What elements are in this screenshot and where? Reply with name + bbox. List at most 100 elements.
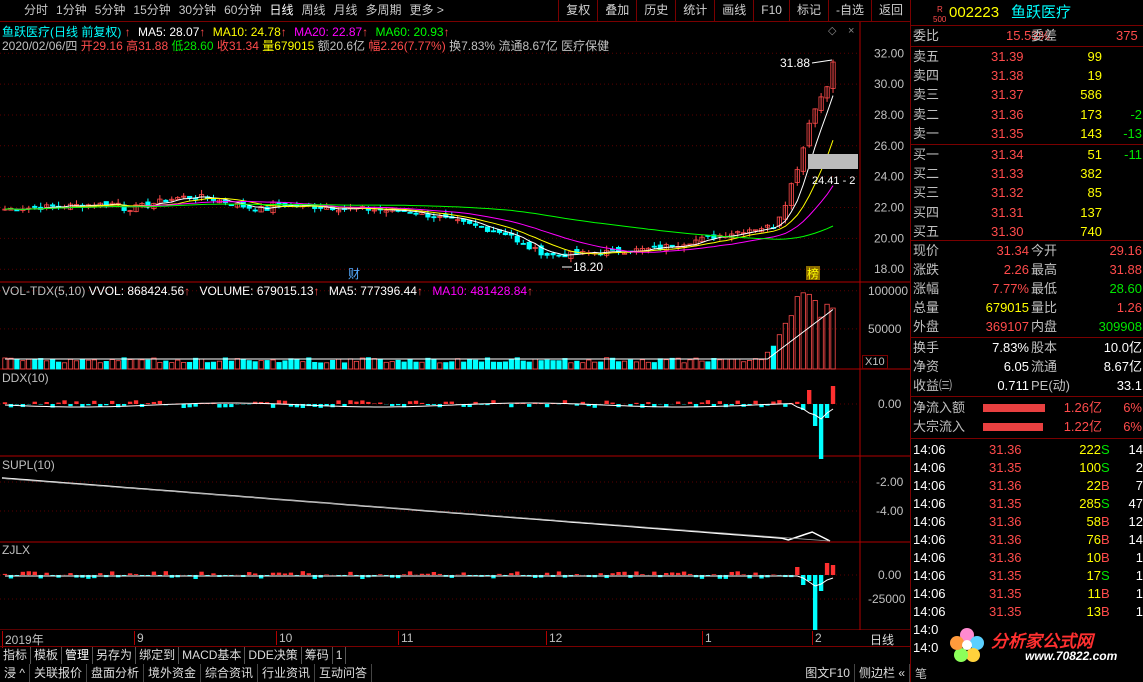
zjlx-bar bbox=[2, 573, 8, 575]
quote-value: 1.26 bbox=[1116, 300, 1142, 315]
candle-body bbox=[490, 230, 497, 233]
ddx-bar bbox=[509, 404, 514, 408]
indicator-tab[interactable]: 模板 bbox=[31, 647, 63, 664]
indicator-tab[interactable]: 指标 bbox=[0, 647, 32, 664]
ddx-bar bbox=[687, 401, 693, 404]
indicator-tab[interactable]: 管理 bbox=[62, 647, 94, 664]
zjlx-bar bbox=[92, 575, 97, 579]
volume-bar bbox=[306, 357, 312, 370]
kline-chart[interactable]: 32.00 30.00 28.00 26.00 24.00 22.00 20.00 18.00… bbox=[0, 22, 910, 630]
volume-bar bbox=[270, 359, 276, 370]
tick-count: 1 bbox=[1135, 568, 1143, 583]
ddx-bar bbox=[276, 400, 282, 404]
volume-bar bbox=[383, 361, 389, 370]
tool-button[interactable]: 统计 bbox=[675, 0, 714, 21]
fundamental-value: 8.67亿 bbox=[1103, 359, 1142, 374]
tool-button[interactable]: F10 bbox=[753, 0, 789, 21]
info-low: 低28.60 bbox=[171, 39, 214, 53]
tick-side: B bbox=[1101, 586, 1110, 601]
book-price: 31.30 bbox=[991, 223, 1024, 239]
tool-button[interactable]: 历史 bbox=[636, 0, 675, 21]
quote-value: 28.60 bbox=[1109, 281, 1142, 296]
volume-bar bbox=[181, 362, 187, 370]
period-tab[interactable]: 日线 bbox=[265, 0, 297, 21]
book-change: -2 bbox=[1130, 106, 1142, 122]
stock-code: 002223 bbox=[949, 4, 1000, 21]
indicator-tab[interactable]: 筹码 bbox=[302, 647, 333, 664]
zjlx-bar bbox=[616, 572, 621, 575]
volume-bar bbox=[484, 357, 491, 370]
status-right-button[interactable]: 侧边栏 « bbox=[855, 664, 910, 682]
period-tab[interactable]: 15分钟 bbox=[129, 0, 174, 21]
zjlx-bar bbox=[282, 573, 288, 575]
x-axis-label: 11 bbox=[398, 631, 413, 645]
watermark-logo: 分析家公式网 www.70822.com bbox=[947, 625, 1142, 665]
volume-bar bbox=[574, 360, 580, 370]
status-tab[interactable]: 综合资讯 bbox=[201, 664, 259, 682]
indicator-tab[interactable]: MACD基本 bbox=[179, 647, 246, 664]
tool-button[interactable]: 复权 bbox=[558, 0, 597, 21]
volume-bar bbox=[711, 358, 717, 370]
ddx-bar bbox=[419, 402, 425, 404]
tool-button[interactable]: 返回 bbox=[870, 0, 910, 21]
volume-bar bbox=[812, 300, 818, 370]
tick-row: 14:06 31.35 13 B 1 bbox=[913, 603, 1143, 621]
zjlx-bar bbox=[574, 574, 580, 575]
tool-button[interactable]: 标记 bbox=[788, 0, 828, 21]
status-tab[interactable]: 盘面分析 bbox=[87, 664, 144, 682]
x-axis: 2019年 9 10 11 12 1 2 日线 bbox=[0, 630, 910, 648]
info-sector: 医疗保健 bbox=[561, 39, 610, 53]
candle-body bbox=[651, 245, 657, 248]
period-tab[interactable]: 5分钟 bbox=[91, 0, 130, 21]
period-tab[interactable]: 30分钟 bbox=[175, 0, 220, 21]
zjlx-title: ZJLX bbox=[2, 543, 31, 557]
indicator-tab[interactable]: 绑定到 bbox=[136, 647, 180, 664]
status-tab[interactable]: 浸 ^ bbox=[0, 664, 30, 682]
tool-button[interactable]: 画线 bbox=[714, 0, 753, 21]
status-tab[interactable]: 行业资讯 bbox=[258, 664, 316, 682]
indicator-tabs: 指标 模板 管理 另存为 绑定到 MACD基本 DDE决策 筹码 1 bbox=[0, 646, 910, 664]
indicator-tab[interactable]: DDE决策 bbox=[245, 647, 302, 664]
tool-button[interactable]: -自选 bbox=[827, 0, 871, 21]
book-volume: 19 bbox=[1087, 68, 1102, 84]
quote-value: 2.26 bbox=[1003, 262, 1029, 277]
tick-time: 14:06 bbox=[913, 586, 946, 601]
volume-bar bbox=[425, 357, 431, 370]
zjlx-bar bbox=[735, 571, 740, 575]
quote-panel: R 500 002223 鱼跃医疗 委比 15.53% 委差 375 卖五 31.… bbox=[910, 0, 1143, 682]
volume-bar bbox=[288, 358, 294, 370]
volume-bar bbox=[222, 357, 228, 370]
ddx-bar bbox=[133, 400, 139, 404]
candle-body bbox=[163, 199, 169, 203]
period-tab[interactable]: 月线 bbox=[330, 0, 362, 21]
zjlx-bar bbox=[681, 571, 687, 575]
period-tab[interactable]: 60分钟 bbox=[220, 0, 265, 21]
quote-value: 29.16 bbox=[1109, 243, 1142, 258]
status-tab[interactable]: 关联报价 bbox=[30, 664, 87, 682]
book-volume: 85 bbox=[1087, 185, 1102, 201]
period-tab[interactable]: 分时 bbox=[20, 0, 52, 21]
period-tab[interactable]: 1分钟 bbox=[52, 0, 91, 21]
volume-bar bbox=[44, 360, 50, 370]
tool-button[interactable]: 叠加 bbox=[597, 0, 636, 21]
tick-time: 14:0 bbox=[913, 640, 939, 655]
zjlx-bar bbox=[675, 572, 681, 575]
volume-bar bbox=[115, 360, 121, 370]
status-right-button[interactable]: 图文F10 bbox=[801, 664, 855, 682]
ddx-bar bbox=[86, 404, 91, 406]
info-high: 高31.88 bbox=[126, 39, 169, 53]
volume-bar bbox=[490, 361, 497, 370]
ddx-bar bbox=[717, 401, 723, 404]
zjlx-bar bbox=[288, 572, 294, 575]
zjlx-bar bbox=[610, 573, 615, 575]
period-tab[interactable]: 更多 > bbox=[406, 0, 448, 21]
status-tab[interactable]: 互动问答 bbox=[315, 664, 373, 682]
indicator-tab[interactable]: 1 bbox=[333, 647, 347, 664]
zjlx-bar bbox=[830, 565, 836, 575]
status-tab[interactable]: 境外资金 bbox=[144, 664, 202, 682]
bar-info: 2020/02/06/四 开29.16 高31.88 低28.60 收31.34… bbox=[2, 37, 609, 54]
period-tab[interactable]: 多周期 bbox=[362, 0, 406, 21]
period-tab[interactable]: 周线 bbox=[297, 0, 329, 21]
tick-volume: 17 bbox=[1086, 568, 1101, 583]
indicator-tab[interactable]: 另存为 bbox=[93, 647, 137, 664]
